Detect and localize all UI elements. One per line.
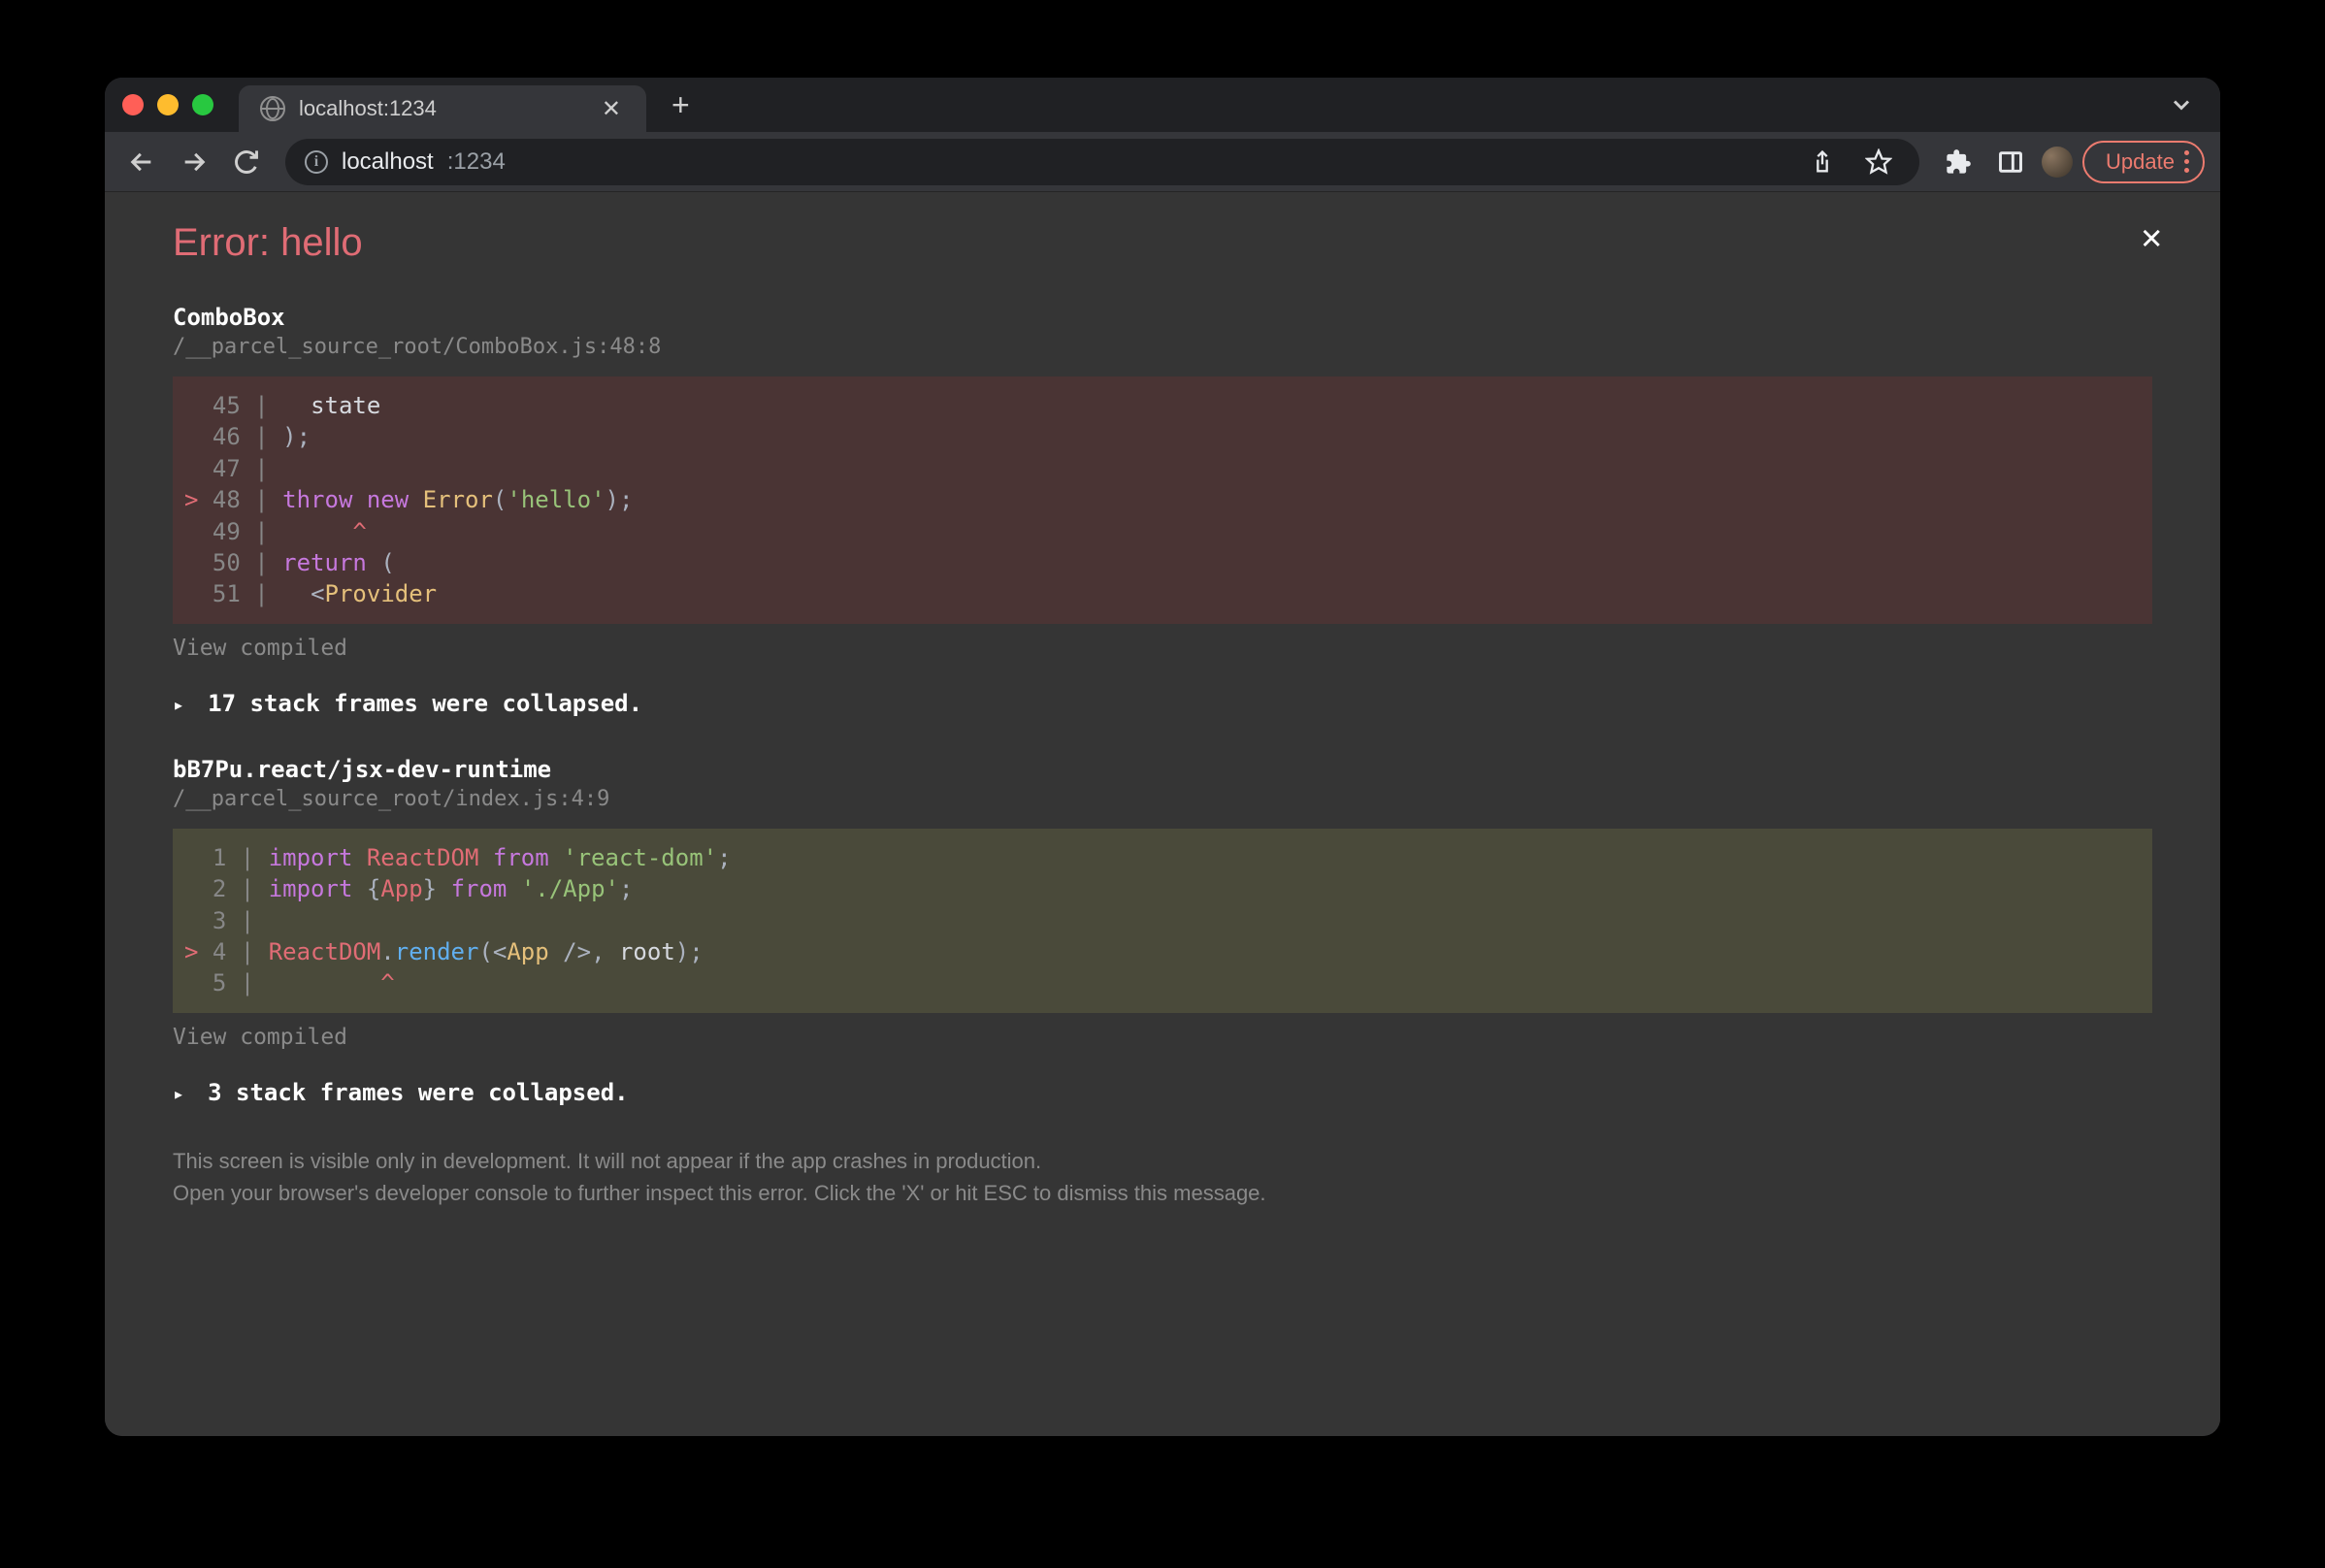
- view-compiled-link[interactable]: View compiled: [173, 1025, 2152, 1050]
- browser-tab[interactable]: localhost:1234 ✕: [239, 85, 646, 132]
- maximize-window-button[interactable]: [192, 94, 213, 115]
- more-menu-icon: [2184, 150, 2189, 173]
- share-icon[interactable]: [1801, 141, 1844, 183]
- code-snippet: 45 | state 46 | ); 47 | > 48 | throw new…: [173, 376, 2152, 624]
- toolbar-actions: Update: [1937, 141, 2205, 183]
- footer-line: Open your browser's developer console to…: [173, 1177, 2152, 1209]
- profile-avatar[interactable]: [2042, 147, 2073, 178]
- reload-button[interactable]: [225, 141, 268, 183]
- frame-function: ComboBox: [173, 304, 2152, 331]
- footer-line: This screen is visible only in developme…: [173, 1145, 2152, 1177]
- error-title: Error: hello: [173, 221, 2152, 265]
- url-host: localhost: [342, 148, 434, 176]
- globe-icon: [260, 96, 285, 121]
- browser-window: localhost:1234 ✕ + i localhost:1234: [105, 78, 2220, 1436]
- sidepanel-icon[interactable]: [1989, 141, 2032, 183]
- frame-location: /__parcel_source_root/index.js:4:9: [173, 787, 2152, 811]
- site-info-icon[interactable]: i: [305, 150, 328, 174]
- frame-function: bB7Pu.react/jsx-dev-runtime: [173, 756, 2152, 783]
- tab-title: localhost:1234: [299, 96, 584, 121]
- stack-frame: bB7Pu.react/jsx-dev-runtime /__parcel_so…: [173, 756, 2152, 1106]
- update-button[interactable]: Update: [2082, 141, 2205, 183]
- extensions-icon[interactable]: [1937, 141, 1980, 183]
- close-window-button[interactable]: [122, 94, 144, 115]
- update-label: Update: [2106, 149, 2175, 175]
- url-port: :1234: [447, 148, 506, 176]
- view-compiled-link[interactable]: View compiled: [173, 636, 2152, 661]
- browser-toolbar: i localhost :1234 Update: [105, 132, 2220, 192]
- bookmark-icon[interactable]: [1857, 141, 1900, 183]
- code-snippet: 1 | import ReactDOM from 'react-dom'; 2 …: [173, 829, 2152, 1013]
- frame-location: /__parcel_source_root/ComboBox.js:48:8: [173, 335, 2152, 359]
- tabs-dropdown-button[interactable]: [2160, 83, 2203, 126]
- window-controls: [122, 94, 213, 115]
- close-overlay-button[interactable]: ✕: [2141, 217, 2162, 257]
- minimize-window-button[interactable]: [157, 94, 179, 115]
- close-tab-button[interactable]: ✕: [598, 95, 625, 123]
- back-button[interactable]: [120, 141, 163, 183]
- forward-button[interactable]: [173, 141, 215, 183]
- stack-frame: ComboBox /__parcel_source_root/ComboBox.…: [173, 304, 2152, 717]
- tab-strip: localhost:1234 ✕ +: [105, 78, 2220, 132]
- new-tab-button[interactable]: +: [662, 87, 700, 123]
- overlay-footer: This screen is visible only in developme…: [173, 1145, 2152, 1209]
- collapsed-frames-toggle[interactable]: 3 stack frames were collapsed.: [173, 1079, 2152, 1106]
- address-bar[interactable]: i localhost :1234: [285, 139, 1919, 185]
- error-overlay: ✕ Error: hello ComboBox /__parcel_source…: [105, 192, 2220, 1436]
- collapsed-frames-toggle[interactable]: 17 stack frames were collapsed.: [173, 690, 2152, 717]
